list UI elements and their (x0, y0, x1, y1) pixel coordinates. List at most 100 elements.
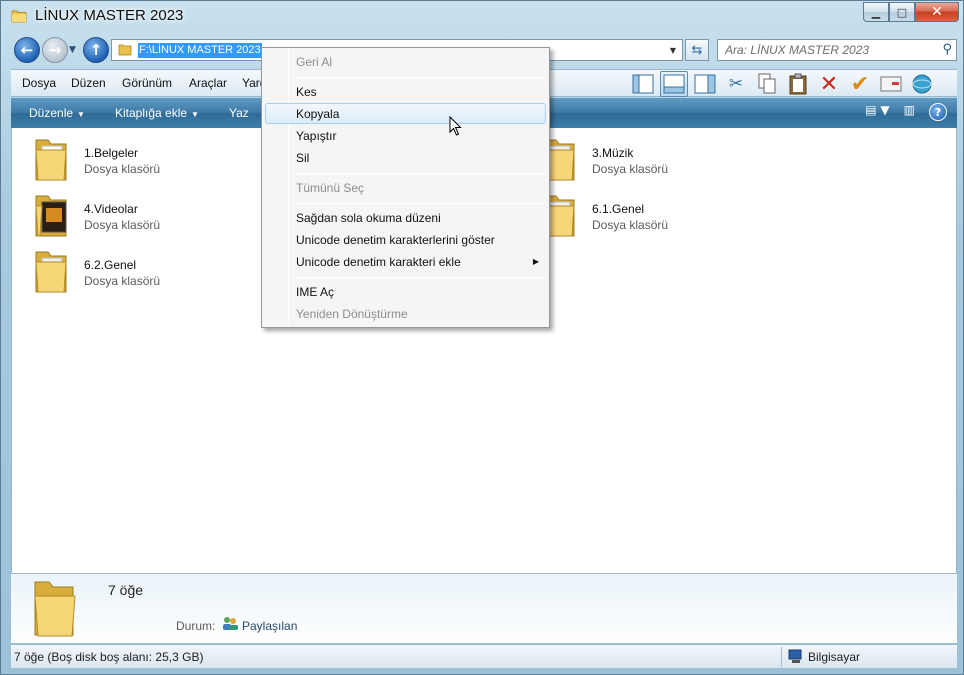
details-pane-icon[interactable] (660, 71, 688, 97)
folder-name: 4.Videolar (84, 202, 138, 216)
folder-icon (35, 139, 67, 181)
folder-item[interactable]: 1.Belgeler Dosya klasörü (12, 128, 262, 181)
checkmark-icon[interactable]: ✔ (846, 71, 874, 97)
status-bar: 7 öğe (Boş disk boş alanı: 25,3 GB) Bilg… (11, 644, 957, 668)
back-button[interactable]: ← (14, 37, 40, 63)
minimize-button[interactable]: ▁ (863, 2, 889, 22)
add-to-library-button[interactable]: Kitaplığa ekle ▼ (115, 106, 199, 120)
folder-icon (35, 251, 67, 293)
state-label: Durum: (176, 619, 216, 633)
status-text: 7 öğe (Boş disk boş alanı: 25,3 GB) (14, 650, 204, 664)
search-placeholder: Ara: LİNUX MASTER 2023 (725, 43, 870, 57)
menu-item-copy[interactable]: Kopyala (296, 107, 339, 121)
maximize-button[interactable]: □ (889, 2, 915, 22)
folder-icon (34, 581, 76, 637)
menu-item-open-ime[interactable]: IME Aç (296, 285, 334, 299)
chevron-down-icon: ▼ (77, 110, 85, 119)
computer-icon (788, 649, 802, 663)
minimize-icon: ▁ (871, 5, 881, 19)
title-bar[interactable]: LİNUX MASTER 2023 ▁ □ ✕ (1, 1, 963, 35)
menu-separator (292, 173, 546, 174)
folder-type: Dosya klasörü (84, 274, 161, 288)
arrow-right-icon: → (48, 41, 62, 59)
folder-name: 3.Müzik (592, 146, 634, 160)
menu-item-reconversion: Yeniden Dönüştürme (296, 307, 408, 321)
mouse-cursor-icon (449, 116, 462, 136)
menu-gutter (288, 50, 289, 325)
menu-file[interactable]: Dosya (22, 76, 56, 90)
organize-label: Düzenle (29, 106, 74, 120)
up-button[interactable]: ↑ (83, 37, 109, 63)
chevron-down-icon[interactable]: ▼ (664, 40, 682, 60)
organize-button[interactable]: Düzenle ▼ (29, 106, 85, 120)
menu-item-insert-unicode-control[interactable]: Unicode denetim karakteri ekle (296, 255, 461, 269)
menu-item-select-all: Tümünü Seç (296, 181, 365, 195)
navigation-pane-icon[interactable] (629, 71, 657, 97)
folder-type: Dosya klasörü (84, 162, 161, 176)
folder-item[interactable]: 6.1.Genel Dosya klasörü (520, 184, 770, 237)
caption-buttons: ▁ □ ✕ (863, 2, 959, 22)
chevron-down-icon: ▼ (191, 110, 199, 119)
toolbar-icons: ✂ ✕ ✔ (629, 71, 936, 97)
shared-users-icon (223, 617, 238, 630)
burn-button[interactable]: Yaz (229, 106, 249, 120)
forward-button[interactable]: → (42, 37, 68, 63)
menu-item-show-unicode-controls[interactable]: Unicode denetim karakterlerini göster (296, 233, 495, 247)
view-options-icon[interactable]: ▤ ▼ (865, 103, 889, 121)
arrow-up-icon: ↑ (89, 41, 103, 59)
preview-pane-icon[interactable] (691, 71, 719, 97)
chevron-right-icon: ▶ (532, 257, 539, 266)
close-icon: ✕ (931, 4, 943, 20)
close-button[interactable]: ✕ (915, 2, 959, 22)
folder-name: 1.Belgeler (84, 146, 139, 160)
window-title: LİNUX MASTER 2023 (35, 7, 184, 24)
search-icon[interactable]: ⚲ (942, 42, 952, 57)
menu-item-delete[interactable]: Sil (296, 151, 309, 165)
folder-name: 6.1.Genel (592, 202, 645, 216)
preview-toggle-icon[interactable]: ▥ (904, 103, 915, 121)
folder-icon (11, 10, 27, 23)
scissors-icon[interactable]: ✂ (722, 71, 750, 97)
menu-separator (292, 203, 546, 204)
properties-icon[interactable] (877, 71, 905, 97)
maximize-icon: □ (896, 5, 908, 19)
folder-type: Dosya klasörü (84, 218, 161, 232)
refresh-icon: ⇆ (691, 42, 703, 58)
refresh-button[interactable]: ⇆ (685, 39, 709, 61)
folder-type: Dosya klasörü (592, 162, 669, 176)
menu-edit[interactable]: Düzen (71, 76, 106, 90)
folder-icon (35, 195, 67, 237)
details-pane: 7 öğe Durum: Paylaşılan (11, 573, 957, 643)
folder-icon (118, 44, 132, 56)
paste-icon[interactable] (784, 71, 812, 97)
search-input[interactable]: Ara: LİNUX MASTER 2023 ⚲ (717, 39, 957, 61)
burn-label: Yaz (229, 106, 249, 120)
menu-item-rtl-reading[interactable]: Sağdan sola okuma düzeni (296, 211, 441, 225)
item-count: 7 öğe (108, 582, 144, 598)
folder-type: Dosya klasörü (592, 218, 669, 232)
context-menu: Geri Al Kes Kopyala Yapıştır Sil Tümünü … (261, 47, 550, 328)
menu-separator (292, 77, 546, 78)
status-separator (781, 647, 782, 667)
arrow-left-icon: ← (20, 41, 34, 59)
menu-item-paste[interactable]: Yapıştır (296, 129, 336, 143)
globe-icon[interactable] (908, 71, 936, 97)
help-icon[interactable]: ? (929, 103, 947, 121)
address-path[interactable]: F:\LİNUX MASTER 2023 (138, 43, 262, 58)
menu-tools[interactable]: Araçlar (189, 76, 227, 90)
menu-separator (292, 277, 546, 278)
status-location: Bilgisayar (808, 650, 861, 664)
history-dropdown-icon[interactable]: ▼ (69, 45, 76, 55)
menu-item-undo: Geri Al (296, 55, 333, 69)
menu-item-cut[interactable]: Kes (296, 85, 317, 99)
folder-item[interactable]: 4.Videolar Dosya klasörü (12, 184, 262, 237)
folder-item[interactable]: 6.2.Genel Dosya klasörü (12, 240, 262, 293)
folder-item[interactable]: 3.Müzik Dosya klasörü (520, 128, 770, 181)
delete-icon[interactable]: ✕ (815, 71, 843, 97)
folder-name: 6.2.Genel (84, 258, 137, 272)
copy-icon[interactable] (753, 71, 781, 97)
menu-view[interactable]: Görünüm (122, 76, 172, 90)
command-bar-right: ▤ ▼ ▥ ? (865, 103, 947, 121)
state-value: Paylaşılan (242, 619, 298, 633)
add-to-library-label: Kitaplığa ekle (115, 106, 188, 120)
